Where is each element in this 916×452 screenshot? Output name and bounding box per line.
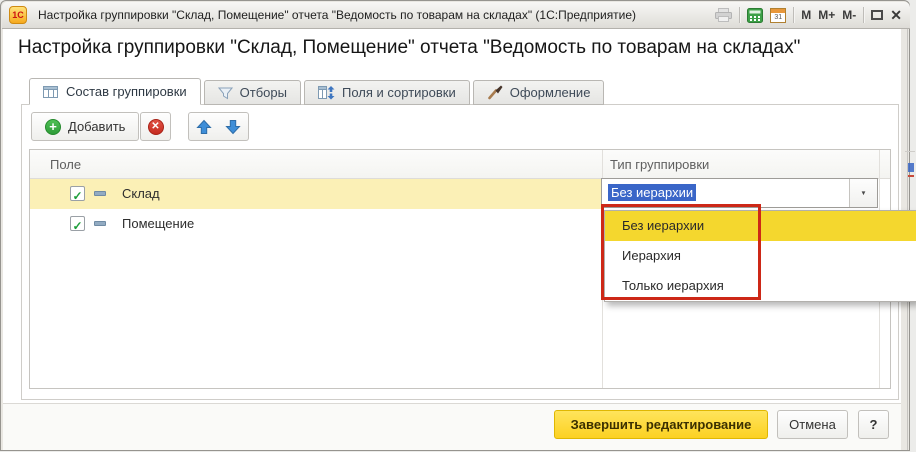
print-icon[interactable] <box>715 5 732 25</box>
memory-m-plus-button[interactable]: M+ <box>818 8 835 22</box>
funnel-icon <box>218 86 233 100</box>
maximize-icon <box>871 10 883 20</box>
add-plus-icon: + <box>45 119 61 135</box>
combobox-selected-text[interactable]: Без иерархии <box>608 184 696 201</box>
close-button[interactable]: ✕ <box>890 5 902 25</box>
tab-label: Состав группировки <box>66 84 187 99</box>
screen: 1С Настройка группировки "Склад, Помещен… <box>0 0 916 452</box>
column-header-field: Поле <box>50 150 81 179</box>
calendar-icon[interactable]: 31 <box>770 5 786 25</box>
tab-label: Оформление <box>510 85 591 100</box>
add-button-label: Добавить <box>68 119 125 134</box>
add-button[interactable]: + Добавить <box>31 112 139 141</box>
tab-label: Поля и сортировки <box>342 85 456 100</box>
row-checkbox[interactable]: ✓ <box>70 186 85 201</box>
brush-icon <box>487 85 503 100</box>
field-name: Помещение <box>122 209 194 239</box>
close-icon: ✕ <box>890 8 902 22</box>
help-button[interactable]: ? <box>858 410 889 439</box>
tab-appearance[interactable]: Оформление <box>473 80 605 105</box>
chevron-down-icon: ▼ <box>860 190 866 197</box>
titlebar-separator <box>739 7 740 23</box>
page-title: Настройка группировки "Склад, Помещение"… <box>18 37 800 59</box>
delete-button[interactable]: ✕ <box>140 112 171 141</box>
dropdown-option[interactable]: Только иерархия <box>605 271 916 301</box>
tab-filters[interactable]: Отборы <box>204 80 301 105</box>
memory-m-minus-button[interactable]: M- <box>842 8 856 22</box>
move-up-button[interactable] <box>188 112 219 141</box>
field-attribute-icon <box>94 221 106 226</box>
row-checkbox[interactable]: ✓ <box>70 216 85 231</box>
move-down-button[interactable] <box>218 112 249 141</box>
cancel-button[interactable]: Отмена <box>777 410 848 439</box>
grid-icon <box>43 85 59 99</box>
check-icon: ✓ <box>72 189 82 203</box>
arrow-down-icon <box>225 119 241 135</box>
memory-m-button[interactable]: M <box>801 8 811 22</box>
finish-editing-button[interactable]: Завершить редактирование <box>554 410 768 439</box>
calendar-day: 31 <box>771 13 785 22</box>
titlebar-separator <box>863 7 864 23</box>
check-icon: ✓ <box>72 219 82 233</box>
titlebar[interactable]: 1С Настройка группировки "Склад, Помещен… <box>2 2 910 29</box>
column-header-group-type: Тип группировки <box>610 150 709 179</box>
arrow-up-icon <box>196 119 212 135</box>
background-window-sliver <box>903 151 915 201</box>
combo-dropdown-button[interactable]: ▼ <box>849 179 877 207</box>
tab-fields-sorting[interactable]: Поля и сортировки <box>304 80 470 105</box>
dropdown-option[interactable]: Иерархия <box>605 241 916 271</box>
dropdown-option[interactable]: Без иерархии <box>605 211 916 241</box>
field-name: Склад <box>122 179 160 209</box>
fields-sort-icon <box>318 85 335 100</box>
window-title: Настройка группировки "Склад, Помещение"… <box>38 8 636 22</box>
1c-logo-icon: 1С <box>9 6 27 24</box>
table-header: Поле Тип группировки <box>30 150 890 179</box>
maximize-button[interactable] <box>871 5 883 25</box>
tab-label: Отборы <box>240 85 287 100</box>
tab-grouping-content[interactable]: Состав группировки <box>29 78 201 105</box>
delete-x-icon: ✕ <box>148 119 164 135</box>
app-window: 1С Настройка группировки "Склад, Помещен… <box>0 0 910 451</box>
dropdown-list: Без иерархии Иерархия Только иерархия <box>604 210 916 302</box>
group-type-combobox[interactable]: Без иерархии ▼ <box>601 178 878 208</box>
tab-bar: Состав группировки Отборы Поля и сортиро… <box>29 78 604 105</box>
calculator-icon[interactable] <box>747 5 763 25</box>
field-attribute-icon <box>94 191 106 196</box>
selected-row-highlight <box>30 179 602 209</box>
titlebar-separator <box>793 7 794 23</box>
